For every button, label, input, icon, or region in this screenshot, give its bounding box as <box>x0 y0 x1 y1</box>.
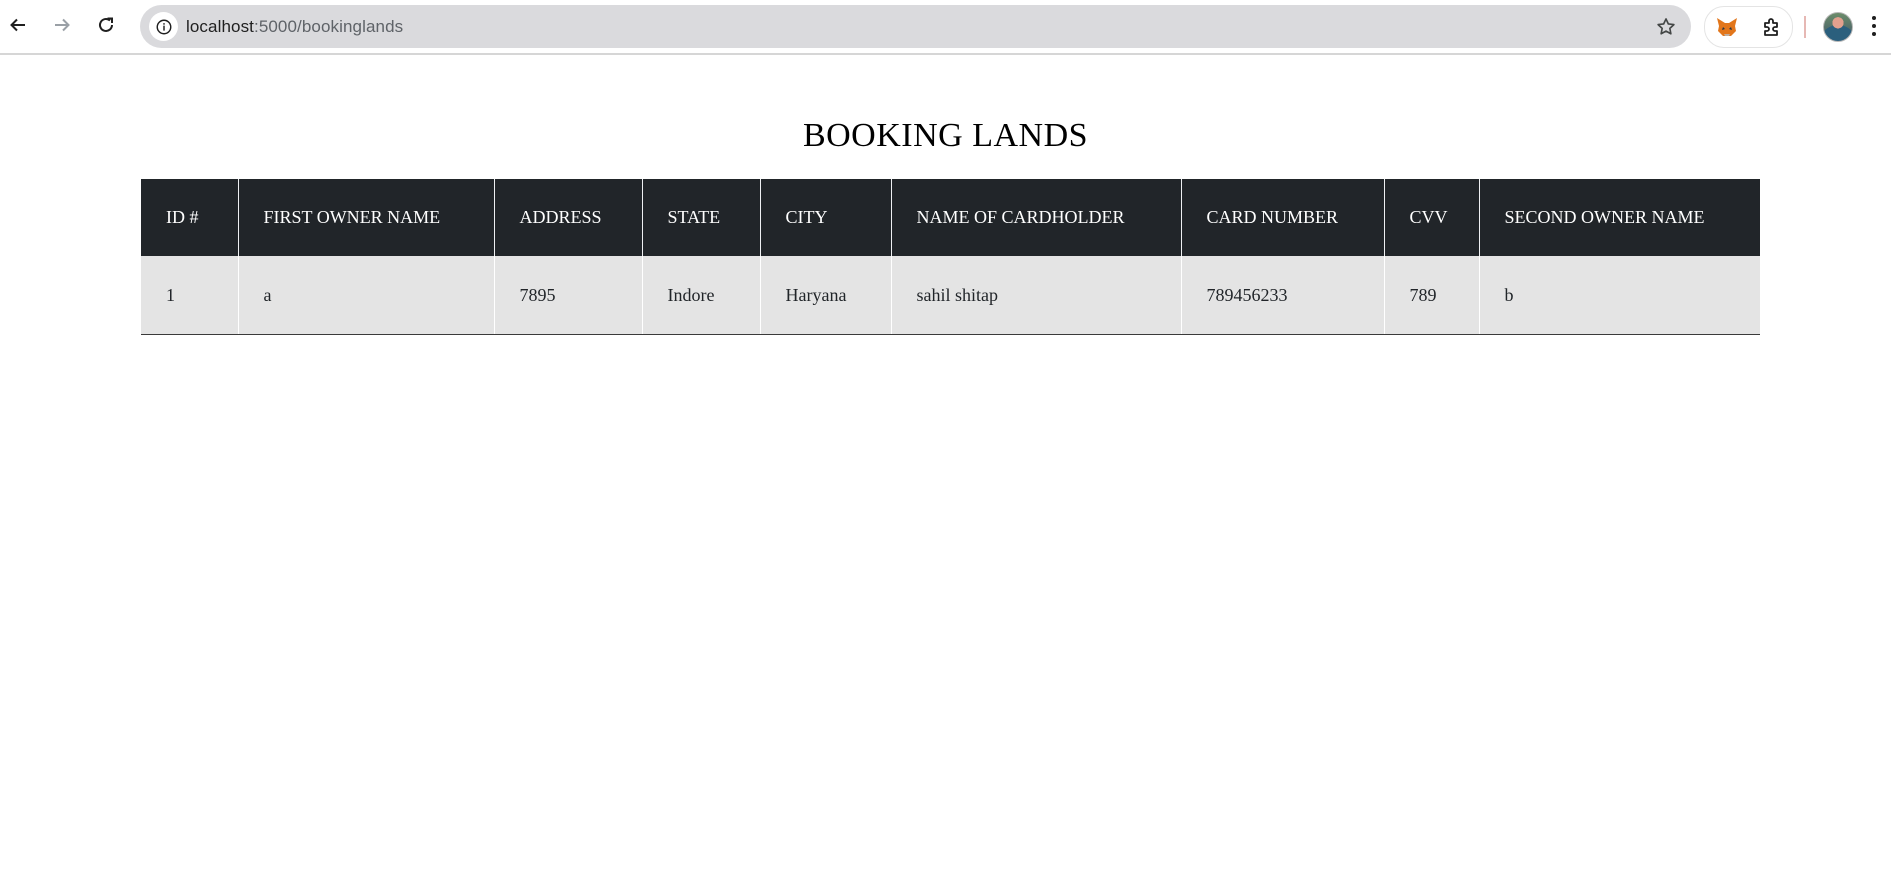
page-title: BOOKING LANDS <box>802 117 1089 154</box>
info-icon[interactable] <box>149 12 178 41</box>
browser-toolbar: localhost:5000/bookinglands <box>0 0 1891 55</box>
toolbar-divider <box>1804 16 1806 38</box>
cell-cvv: 789 <box>1383 256 1479 335</box>
extensions-group <box>1704 6 1793 48</box>
back-arrow-icon <box>10 18 25 32</box>
column-header-address: ADDRESS <box>493 179 642 256</box>
reload-button[interactable] <box>91 10 121 40</box>
cell-city: Haryana <box>759 256 891 335</box>
column-header-first-owner-name: FIRST OWNER NAME <box>237 179 494 256</box>
address-bar[interactable]: localhost:5000/bookinglands <box>140 5 1691 48</box>
puzzle-icon[interactable] <box>1760 15 1784 39</box>
fox-icon[interactable] <box>1715 15 1739 39</box>
bookings-table: ID # FIRST OWNER NAME ADDRESS STATE CITY… <box>141 179 1760 335</box>
cell-first-owner-name: a <box>237 256 494 335</box>
column-header-name-of-cardholder: NAME OF CARDHOLDER <box>890 179 1181 256</box>
cell-second-owner-name: b <box>1478 256 1760 335</box>
cell-state: Indore <box>641 256 760 335</box>
column-header-state: STATE <box>641 179 760 256</box>
star-icon[interactable] <box>1655 16 1677 38</box>
reload-icon <box>99 17 113 32</box>
url-path: :5000/bookinglands <box>254 17 404 36</box>
cell-name-of-cardholder: sahil shitap <box>890 256 1181 335</box>
column-header-id: ID # <box>141 179 238 256</box>
column-header-card-number: CARD NUMBER <box>1180 179 1384 256</box>
column-header-second-owner-name: SECOND OWNER NAME <box>1478 179 1760 256</box>
kebab-menu-icon[interactable] <box>1870 14 1878 38</box>
url-text[interactable]: localhost:5000/bookinglands <box>186 5 403 48</box>
back-button[interactable] <box>3 10 33 40</box>
column-header-cvv: CVV <box>1383 179 1479 256</box>
cell-address: 7895 <box>493 256 642 335</box>
table-row: 1 a 7895 Indore Haryana sahil shitap 789… <box>141 256 1760 335</box>
url-host: localhost <box>186 17 254 36</box>
column-header-city: CITY <box>759 179 891 256</box>
forward-arrow-icon <box>55 18 70 32</box>
avatar[interactable] <box>1823 12 1853 42</box>
cell-id: 1 <box>141 256 238 335</box>
cell-card-number: 789456233 <box>1180 256 1384 335</box>
forward-button[interactable] <box>47 10 77 40</box>
table-header-row: ID # FIRST OWNER NAME ADDRESS STATE CITY… <box>141 179 1760 256</box>
